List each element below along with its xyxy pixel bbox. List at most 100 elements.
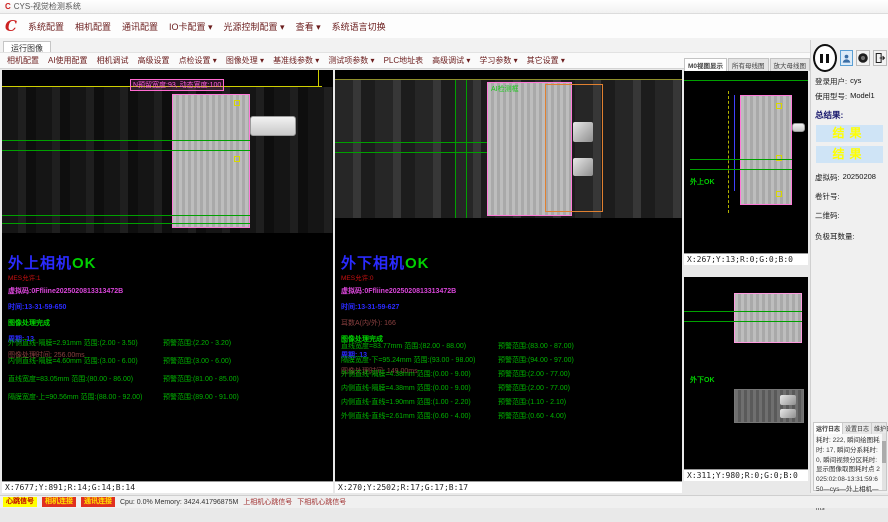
menu-view[interactable]: 查看 ▾ bbox=[296, 20, 321, 33]
overlay-green-line bbox=[2, 223, 250, 224]
menu-comm-config[interactable]: 通讯配置 bbox=[122, 20, 158, 33]
pause-button[interactable] bbox=[813, 44, 837, 72]
virtual-code-value: 20250208 bbox=[843, 172, 876, 183]
menu-system-config[interactable]: 系统配置 bbox=[28, 20, 64, 33]
view-result-label: 外下OK bbox=[690, 375, 715, 385]
virtual-code-label: 虚拟码: bbox=[815, 172, 840, 183]
measurement-text: 外侧直线-隔膜=2.91mm 范围:(2.00 - 3.50) bbox=[8, 340, 138, 347]
measurement-row: 隔膜宽度-下=95.24mm 范围:(93.00 - 98.00) 预警范围:(… bbox=[341, 355, 671, 365]
reserve-width-label: N预留宽度:93, 动态宽度:100 bbox=[130, 79, 224, 91]
tool-advanced-settings[interactable]: 高级设置 bbox=[138, 55, 170, 66]
total-result-label: 总结果: bbox=[815, 109, 888, 121]
tool-image-processing[interactable]: 图像处理 ▾ bbox=[226, 55, 264, 66]
overlay-green-line bbox=[690, 169, 792, 170]
warning-range-text: 预警范围:(1.10 - 2.10) bbox=[498, 397, 566, 407]
yellow-marker bbox=[776, 103, 782, 109]
overlay-yellow-vline bbox=[318, 70, 319, 88]
tool-camera-debug[interactable]: 相机调试 bbox=[97, 55, 129, 66]
measurement-text: 隔膜宽度-上=90.56mm 范围:(88.00 - 92.00) bbox=[8, 394, 142, 401]
right-bottom-coordinate-bar: X:311;Y:980;R:0;G:0;B:0 bbox=[684, 469, 808, 481]
processing-done: 图像处理完成 bbox=[8, 318, 318, 328]
login-user-value: cys bbox=[850, 76, 861, 87]
tab-run-log[interactable]: 运行日志 bbox=[814, 423, 843, 434]
warning-range-text: 预警范围:(94.00 - 97.00) bbox=[498, 355, 574, 365]
tool-ai-config[interactable]: AI使用配置 bbox=[48, 55, 88, 66]
app-window: C CYS-视觉检测系统 C 系统配置 相机配置 通讯配置 IO卡配置 ▾ 光源… bbox=[0, 0, 888, 522]
reflection-glint bbox=[780, 395, 796, 405]
right-bottom-view[interactable]: 外下OK X:311;Y:980;R:0;G:0;B:0 bbox=[684, 277, 808, 481]
overlay-green-vline bbox=[466, 80, 467, 218]
tool-learning-params[interactable]: 学习参数 ▾ bbox=[479, 55, 517, 66]
tab-settings-log[interactable]: 设置日志 bbox=[843, 423, 872, 434]
tool-spotcheck-settings[interactable]: 点检设置 ▾ bbox=[179, 55, 217, 66]
tool-plc-address[interactable]: PLC地址表 bbox=[384, 55, 424, 66]
ai-detect-rect bbox=[545, 84, 603, 212]
menu-bar: C 系统配置 相机配置 通讯配置 IO卡配置 ▾ 光源控制配置 ▾ 查看 ▾ 系… bbox=[0, 14, 888, 38]
measurement-row: 隔膜宽度-上=90.56mm 范围:(88.00 - 92.00) 预警范围:(… bbox=[8, 392, 338, 402]
camera-image bbox=[2, 87, 333, 233]
menu-io-config[interactable]: IO卡配置 ▾ bbox=[169, 20, 213, 33]
lower-camera-heartbeat: 下相机心跳信号 bbox=[297, 497, 346, 507]
tool-advanced-debug[interactable]: 高级调试 ▾ bbox=[432, 55, 470, 66]
virtual-code-row: 虚拟码:20250208 bbox=[815, 172, 888, 183]
upper-camera-heartbeat: 上相机心跳信号 bbox=[243, 497, 292, 507]
user-icon bbox=[841, 53, 852, 64]
warning-range-text: 预警范围:(83.00 - 87.00) bbox=[498, 341, 574, 351]
menu-light-config[interactable]: 光源控制配置 ▾ bbox=[224, 20, 285, 33]
warning-range-text: 预警范围:(0.60 - 4.00) bbox=[498, 411, 566, 421]
left-coordinate-bar: X:7677;Y:891;R:14;G:14;B:14 bbox=[2, 481, 333, 493]
tab-m0-view[interactable]: M0视图显示 bbox=[684, 58, 727, 71]
yellow-marker bbox=[234, 100, 240, 106]
tab-connector-blob bbox=[250, 116, 296, 136]
detected-cell-block bbox=[740, 95, 792, 205]
model-label: 使用型号: bbox=[815, 91, 847, 102]
tool-camera-config[interactable]: 相机配置 bbox=[7, 55, 39, 66]
pin-number-row: 卷针号: bbox=[815, 191, 888, 202]
yellow-marker bbox=[234, 156, 240, 162]
model-row: 使用型号:Model1 bbox=[815, 91, 888, 102]
qr-code-row: 二维码: bbox=[815, 210, 888, 221]
measurement-row: 内侧直线-直线=1.90mm 范围:(1.00 - 2.20) 预警范围:(1.… bbox=[341, 397, 671, 407]
camera-connect-badge: 相机连接 bbox=[42, 497, 76, 507]
view-result-label: 外上OK bbox=[690, 177, 715, 187]
warning-range-text: 预警范围:(2.00 - 77.00) bbox=[498, 383, 570, 393]
pin-number-label: 卷针号: bbox=[815, 191, 840, 202]
login-user-label: 登录用户: bbox=[815, 76, 847, 87]
stop-button[interactable] bbox=[856, 50, 870, 66]
mes-status: MES允许:0 bbox=[341, 272, 651, 282]
menu-language-switch[interactable]: 系统语言切换 bbox=[332, 20, 386, 33]
result-indicator-2: 结果 bbox=[816, 146, 883, 163]
model-value: Model1 bbox=[850, 91, 875, 102]
heartbeat-badge: 心跳信号 bbox=[3, 497, 37, 507]
measurement-row: 内侧直线-隔膜=4.60mm 范围:(3.00 - 6.00) 预警范围:(3.… bbox=[8, 356, 338, 366]
title-bar: C CYS-视觉检测系统 bbox=[0, 0, 888, 14]
mid-camera-view[interactable]: AI检测框 外下相机OK MES允许:0 虚拟码:0Ffliine2025020… bbox=[335, 70, 682, 493]
stop-icon bbox=[857, 52, 869, 64]
measurement-text: 内侧直线-隔膜=4.38mm 范围:(0.00 - 9.00) bbox=[341, 385, 471, 392]
reflection-glint bbox=[780, 409, 796, 418]
tool-test-params[interactable]: 测试项参数 ▾ bbox=[328, 55, 374, 66]
measurement-row: 外侧直线-直线=2.61mm 范围:(0.60 - 4.00) 预警范围:(0.… bbox=[341, 411, 671, 421]
menu-camera-config[interactable]: 相机配置 bbox=[75, 20, 111, 33]
camera-name: 外上相机 bbox=[8, 255, 72, 272]
left-camera-view[interactable]: N预留宽度:93, 动态宽度:100 外上相机OK MES允许:1 虚拟码:0F… bbox=[2, 70, 333, 493]
tab-row: 运行图像 bbox=[0, 38, 888, 52]
tab-zoom-buslines[interactable]: 放大母线图 bbox=[770, 58, 811, 71]
log-scrollbar[interactable] bbox=[882, 433, 886, 490]
overlay-yellow-dashed-vline bbox=[728, 91, 730, 213]
warning-range-text: 预警范围:(89.00 - 91.00) bbox=[163, 392, 239, 402]
overlay-blue-vline bbox=[734, 95, 735, 191]
camera-result-title: 外下相机OK bbox=[341, 256, 651, 271]
tool-baseline-params[interactable]: 基准线参数 ▾ bbox=[273, 55, 319, 66]
mid-coordinate-bar: X:270;Y:2502;R:17;G:17;B:17 bbox=[335, 481, 682, 493]
user-button[interactable] bbox=[840, 50, 853, 66]
tab-all-buslines[interactable]: 所有母线图 bbox=[728, 58, 769, 71]
tool-other-settings[interactable]: 其它设置 ▾ bbox=[527, 55, 565, 66]
control-button-row bbox=[811, 40, 888, 72]
log-scrollbar-thumb[interactable] bbox=[882, 441, 886, 463]
right-top-view[interactable]: 外上OK X:267;Y:13;R:0;G:0;B:0 bbox=[684, 71, 808, 265]
ai-detect-label: AI检测框 bbox=[491, 84, 519, 94]
window-title: CYS-视觉检测系统 bbox=[14, 0, 81, 14]
exit-button[interactable] bbox=[873, 50, 887, 66]
result-indicator-1: 结果 bbox=[816, 125, 883, 142]
